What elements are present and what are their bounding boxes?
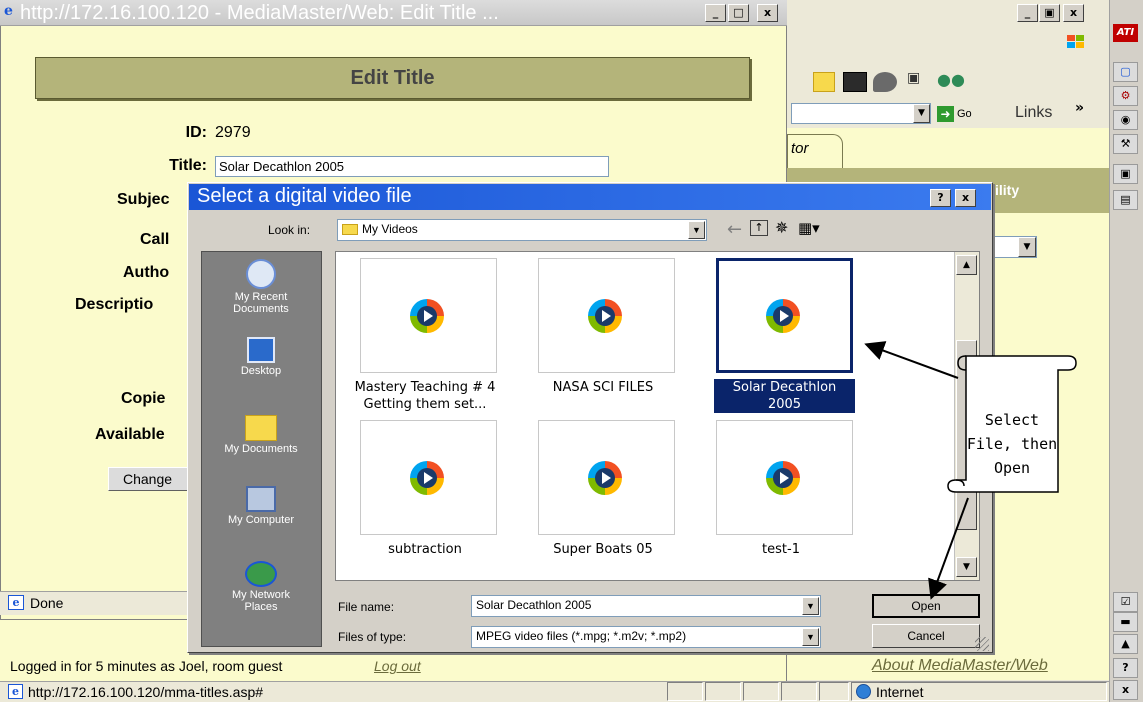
callout-arrow-to-file [864,341,959,379]
callout-arrow-to-open [928,497,969,600]
callout-arrows [864,341,1077,600]
callout-text: Select File, then Open [966,411,1058,477]
